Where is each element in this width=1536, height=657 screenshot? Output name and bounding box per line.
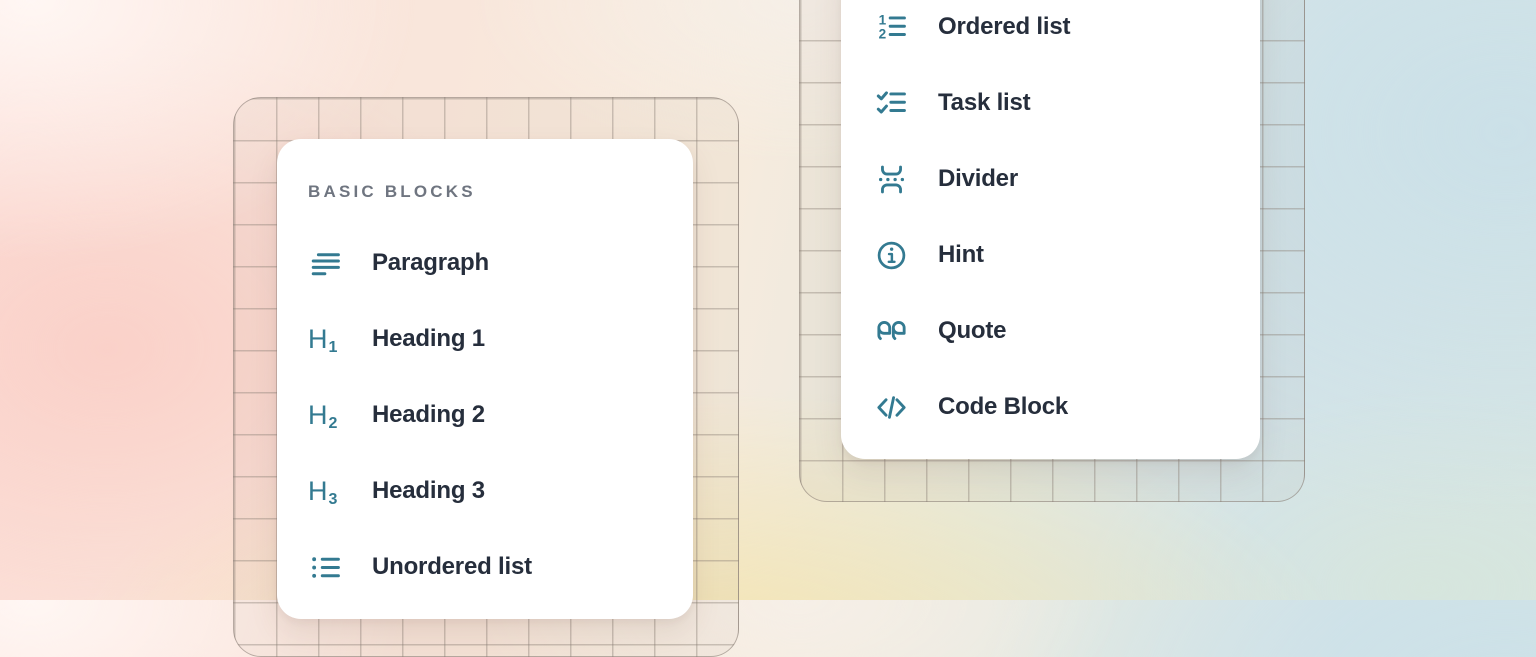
menu-item-label: Ordered list <box>938 13 1070 41</box>
menu-item-task-list[interactable]: Task list <box>841 65 1260 141</box>
menu-item-label: Task list <box>938 89 1030 117</box>
menu-item-label: Code Block <box>938 393 1068 421</box>
ordered-list-icon: 12 <box>874 10 908 44</box>
hint-icon <box>874 238 908 272</box>
menu-item-label: Heading 3 <box>372 477 485 505</box>
menu-item-divider[interactable]: Divider <box>841 141 1260 217</box>
menu-item-code-block[interactable]: Code Block <box>841 369 1260 445</box>
unordered-list-icon <box>308 550 342 584</box>
blocks-item-list: 12 Ordered list Task list Divider Hint Qu… <box>841 0 1260 445</box>
heading-letter: H1 <box>308 326 342 353</box>
menu-item-heading-1[interactable]: H1 Heading 1 <box>277 301 693 377</box>
menu-item-label: Divider <box>938 165 1018 193</box>
section-label: BASIC BLOCKS <box>308 182 693 202</box>
heading-3-icon: H3 <box>308 474 342 508</box>
basic-blocks-item-list: Paragraph H1 Heading 1 H2 Heading 2 H3 Heading… <box>277 205 693 605</box>
heading-letter: H2 <box>308 402 342 429</box>
menu-item-quote[interactable]: Quote <box>841 293 1260 369</box>
menu-item-hint[interactable]: Hint <box>841 217 1260 293</box>
menu-item-label: Quote <box>938 317 1006 345</box>
paragraph-icon <box>308 246 342 280</box>
heading-2-icon: H2 <box>308 398 342 432</box>
menu-item-ordered-list[interactable]: 12 Ordered list <box>841 0 1260 65</box>
code-block-icon <box>874 390 908 424</box>
menu-item-heading-2[interactable]: H2 Heading 2 <box>277 377 693 453</box>
menu-item-label: Heading 2 <box>372 401 485 429</box>
svg-text:2: 2 <box>878 26 886 41</box>
heading-1-icon: H1 <box>308 322 342 356</box>
quote-icon <box>874 314 908 348</box>
menu-item-paragraph[interactable]: Paragraph <box>277 225 693 301</box>
blocks-menu-secondary: 12 Ordered list Task list Divider Hint Qu… <box>841 0 1260 459</box>
divider-icon <box>874 162 908 196</box>
menu-item-heading-3[interactable]: H3 Heading 3 <box>277 453 693 529</box>
menu-item-label: Paragraph <box>372 249 489 277</box>
menu-item-label: Heading 1 <box>372 325 485 353</box>
menu-item-label: Hint <box>938 241 984 269</box>
menu-item-unordered-list[interactable]: Unordered list <box>277 529 693 605</box>
basic-blocks-menu: BASIC BLOCKS Paragraph H1 Heading 1 H2 Headi… <box>277 139 693 619</box>
svg-text:1: 1 <box>878 12 886 27</box>
menu-item-label: Unordered list <box>372 553 532 581</box>
task-list-icon <box>874 86 908 120</box>
heading-letter: H3 <box>308 478 342 505</box>
